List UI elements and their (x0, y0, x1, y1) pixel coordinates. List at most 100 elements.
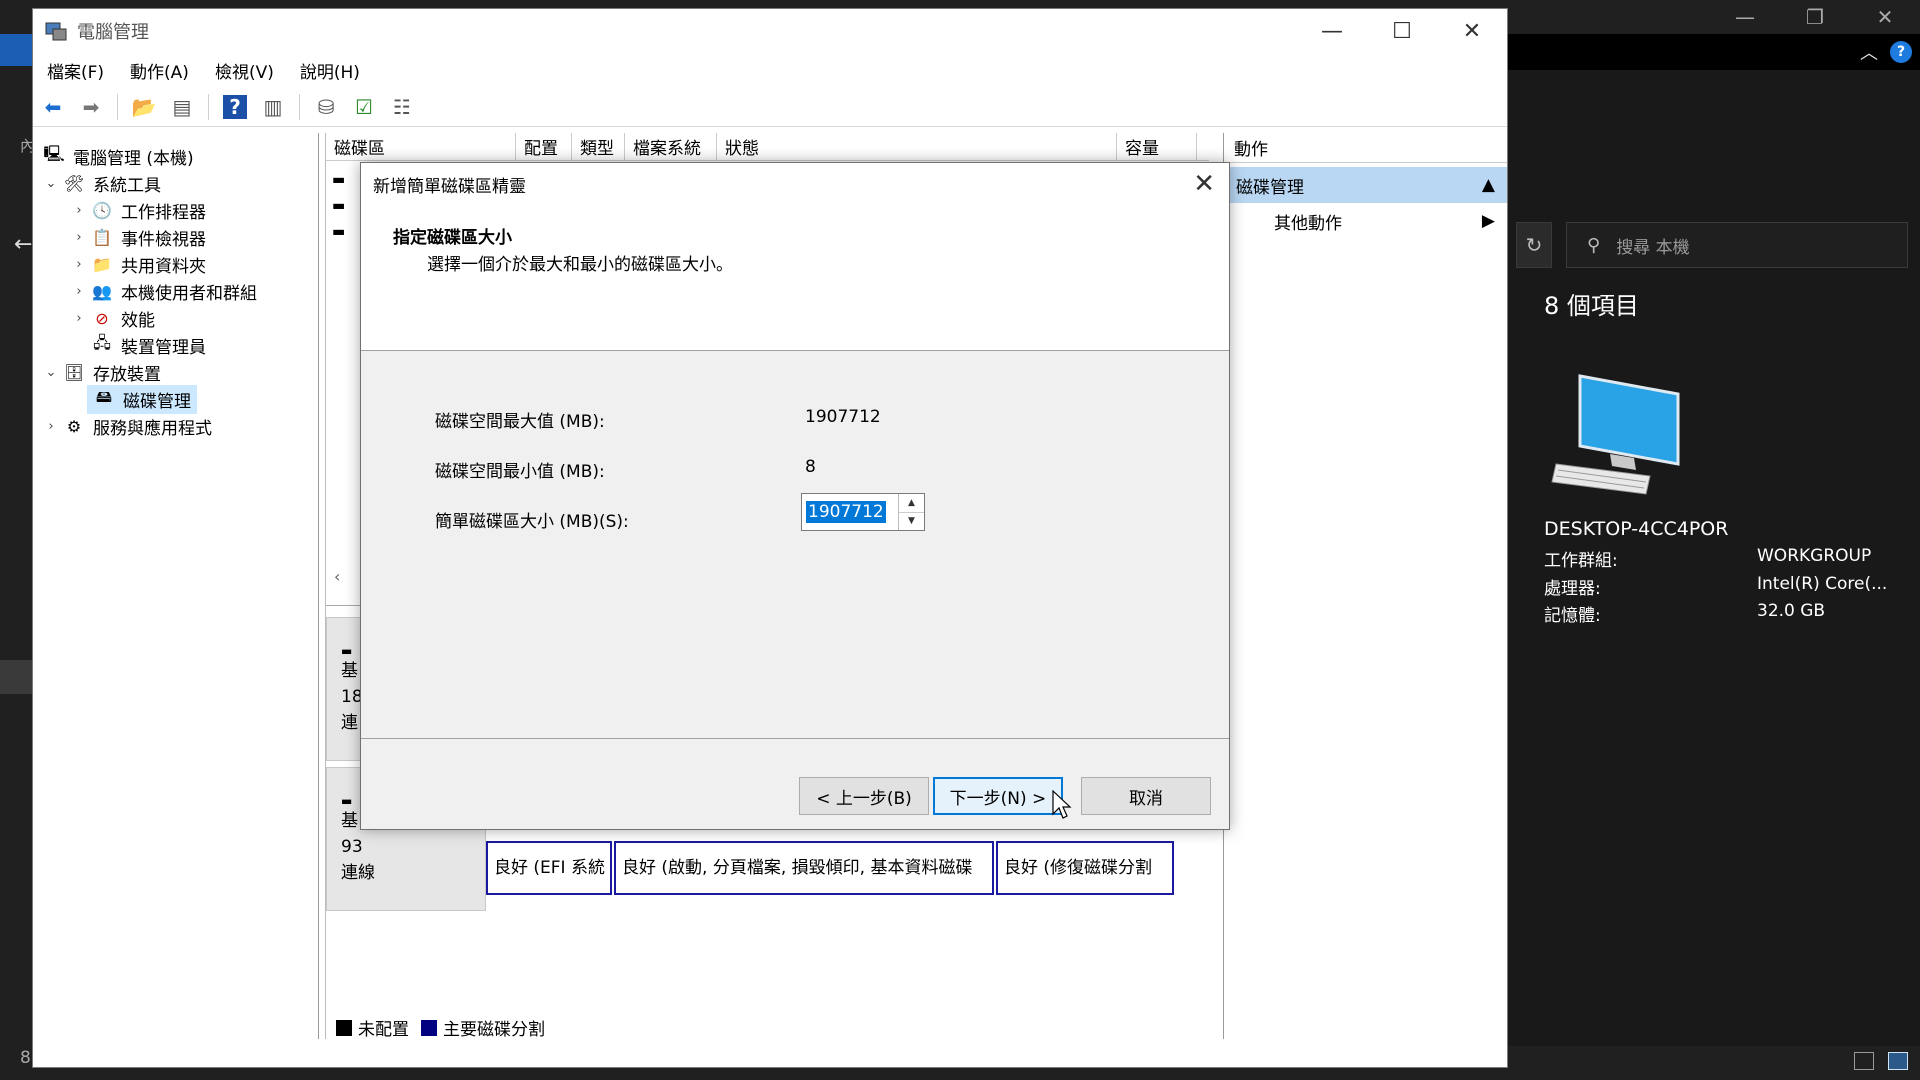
tree-item-storage[interactable]: ⌄ 🗄 存放裝置 (33, 359, 318, 386)
chevron-right-icon[interactable]: › (71, 203, 87, 218)
search-placeholder: 搜尋 本機 (1616, 237, 1690, 258)
stepper-buttons: ▲ ▼ (898, 494, 924, 530)
tree-item-label: 系統工具 (93, 176, 161, 196)
chevron-right-icon[interactable]: › (71, 230, 87, 245)
volume-size-input[interactable]: 1907712 (802, 494, 898, 530)
tree-item-event-viewer[interactable]: › 📋 事件檢視器 (33, 224, 318, 251)
maximize-icon[interactable]: ☐ (1367, 9, 1437, 53)
actions-header: 動作 (1224, 133, 1507, 163)
tree-item-performance[interactable]: › ⊘ 效能 (33, 305, 318, 332)
back-icon[interactable]: ⬅ (41, 95, 65, 119)
large-icons-view-icon[interactable] (1888, 1052, 1908, 1070)
dialog-body: 磁碟空間最大值 (MB): 1907712 磁碟空間最小值 (MB): 8 簡單… (361, 353, 1229, 739)
column-capacity[interactable]: 容量 (1117, 133, 1197, 160)
minimize-icon[interactable]: — (1710, 0, 1780, 34)
volume-row-icon[interactable]: ▬ (332, 193, 345, 219)
help-icon[interactable]: ? (223, 94, 247, 119)
explorer-window-controls: — ❐ ✕ (1710, 0, 1920, 34)
volume-recovery[interactable]: 良好 (修復磁碟分割 (996, 841, 1174, 895)
memory-value: 32.0 GB (1757, 601, 1826, 621)
up-folder-icon[interactable]: 📂 (132, 95, 157, 119)
column-filesystem[interactable]: 檔案系統 (625, 133, 717, 160)
dialog-title: 新增簡單磁碟區精靈 (361, 163, 1229, 205)
tree-item-label: 裝置管理員 (121, 338, 206, 358)
chevron-right-icon[interactable]: › (71, 257, 87, 272)
chevron-right-icon[interactable]: › (43, 419, 59, 434)
column-type[interactable]: 類型 (572, 133, 625, 160)
actions-more[interactable]: 其他動作 ▶ (1224, 203, 1507, 239)
actions-pane: 動作 磁碟管理 ▲ 其他動作 ▶ (1223, 133, 1507, 1039)
chevron-down-icon[interactable]: ⌄ (43, 176, 59, 191)
decrement-icon[interactable]: ▼ (899, 513, 924, 531)
dialog-heading: 指定磁碟區大小 (393, 228, 512, 248)
menu-help[interactable]: 說明(H) (300, 58, 360, 83)
collapse-ribbon-icon[interactable]: ︿ (1860, 39, 1878, 65)
tree-item-label: 電腦管理 (本機) (73, 149, 194, 169)
volume-os[interactable]: 良好 (啟動, 分頁檔案, 損毀傾印, 基本資料磁碟 (614, 841, 994, 895)
tree-item-shared-folders[interactable]: › 📁 共用資料夾 (33, 251, 318, 278)
computer-name: DESKTOP-4CC4POR (1544, 518, 1729, 540)
volume-efi[interactable]: 良好 (EFI 系統 (486, 841, 612, 895)
menu-action[interactable]: 動作(A) (130, 58, 189, 83)
action-pane-icon[interactable]: ▥ (261, 95, 285, 119)
collapse-up-icon[interactable]: ▲ (1482, 175, 1495, 195)
volume-row-icon[interactable]: ▬ (332, 167, 345, 193)
chevron-right-icon[interactable]: › (71, 311, 87, 326)
toolbar-separator (117, 93, 118, 120)
next-button[interactable]: 下一步(N) > (933, 777, 1063, 815)
chevron-right-icon[interactable]: › (71, 284, 87, 299)
refresh-button[interactable]: ↻ (1516, 222, 1552, 268)
tree-item-local-users[interactable]: › 👥 本機使用者和群組 (33, 278, 318, 305)
console-tree: 🖳 電腦管理 (本機) ⌄ 🛠 系統工具 › 🕓 工作排程器 › 📋 事件檢視器… (33, 133, 319, 1039)
disk-1-size: 93 (341, 837, 363, 857)
check-icon[interactable]: ☑ (352, 95, 376, 119)
tree-item-device-manager[interactable]: 🖧 裝置管理員 (33, 332, 318, 359)
properties-icon[interactable]: ☷ (390, 95, 414, 119)
tree-item-system-tools[interactable]: ⌄ 🛠 系統工具 (33, 170, 318, 197)
details-view-icon[interactable] (1854, 1052, 1874, 1070)
services-icon: ⚙ (66, 417, 82, 436)
tree-item-task-scheduler[interactable]: › 🕓 工作排程器 (33, 197, 318, 224)
help-icon[interactable]: ? (1890, 41, 1912, 63)
back-arrow-icon[interactable]: ← (14, 232, 32, 257)
column-layout[interactable]: 配置 (516, 133, 572, 160)
volume-size-value: 1907712 (806, 501, 886, 523)
menu-file[interactable]: 檔案(F) (47, 58, 104, 83)
scroll-left-icon[interactable]: ‹ (334, 567, 340, 586)
max-size-value: 1907712 (805, 407, 881, 427)
cancel-button[interactable]: 取消 (1081, 777, 1211, 815)
close-icon[interactable]: ✕ (1437, 9, 1507, 53)
tree-item-root[interactable]: 🖳 電腦管理 (本機) (33, 143, 318, 170)
explorer-status-count: 8 (20, 1048, 31, 1068)
menu-view[interactable]: 檢視(V) (215, 58, 274, 83)
volume-size-stepper[interactable]: 1907712 ▲ ▼ (801, 493, 925, 531)
restore-icon[interactable]: ❐ (1780, 0, 1850, 34)
volume-row-icon[interactable]: ▬ (332, 219, 345, 245)
workgroup-value: WORKGROUP (1757, 546, 1872, 566)
column-status[interactable]: 狀態 (717, 133, 1117, 160)
tree-item-disk-management[interactable]: 🖴 磁碟管理 (33, 385, 318, 414)
actions-more-label: 其他動作 (1274, 213, 1342, 234)
actions-disk-management[interactable]: 磁碟管理 ▲ (1224, 167, 1507, 203)
toolbar: ⬅ ➡ 📂 ▤ ? ▥ ⛁ ☑ ☷ (33, 87, 1507, 127)
chevron-down-icon[interactable]: ⌄ (43, 365, 59, 380)
back-button[interactable]: < 上一步(B) (799, 777, 929, 815)
minimize-icon[interactable]: — (1297, 9, 1367, 53)
search-icon: ⚲ (1587, 234, 1601, 256)
explorer-search-box[interactable]: ⚲ 搜尋 本機 (1566, 222, 1908, 268)
column-volume[interactable]: 磁碟區 (326, 133, 516, 160)
close-icon[interactable]: ✕ (1850, 0, 1920, 34)
processor-value: Intel(R) Core(... (1757, 574, 1888, 594)
explorer-nav-selected[interactable] (0, 660, 32, 694)
legend-swatch-unallocated (336, 1019, 352, 1036)
computer-icon (1550, 372, 1680, 501)
explorer-file-tab[interactable] (0, 34, 32, 66)
max-size-label: 磁碟空間最大值 (MB): (435, 412, 605, 432)
show-hide-tree-icon[interactable]: ▤ (170, 95, 194, 119)
forward-icon[interactable]: ➡ (79, 95, 103, 119)
dialog-subheading: 選擇一個介於最大和最小的磁碟區大小。 (427, 255, 733, 275)
close-icon[interactable]: ✕ (1193, 169, 1215, 199)
tree-item-services-apps[interactable]: › ⚙ 服務與應用程式 (33, 413, 318, 440)
connect-drive-icon[interactable]: ⛁ (314, 95, 338, 119)
increment-icon[interactable]: ▲ (899, 494, 924, 513)
